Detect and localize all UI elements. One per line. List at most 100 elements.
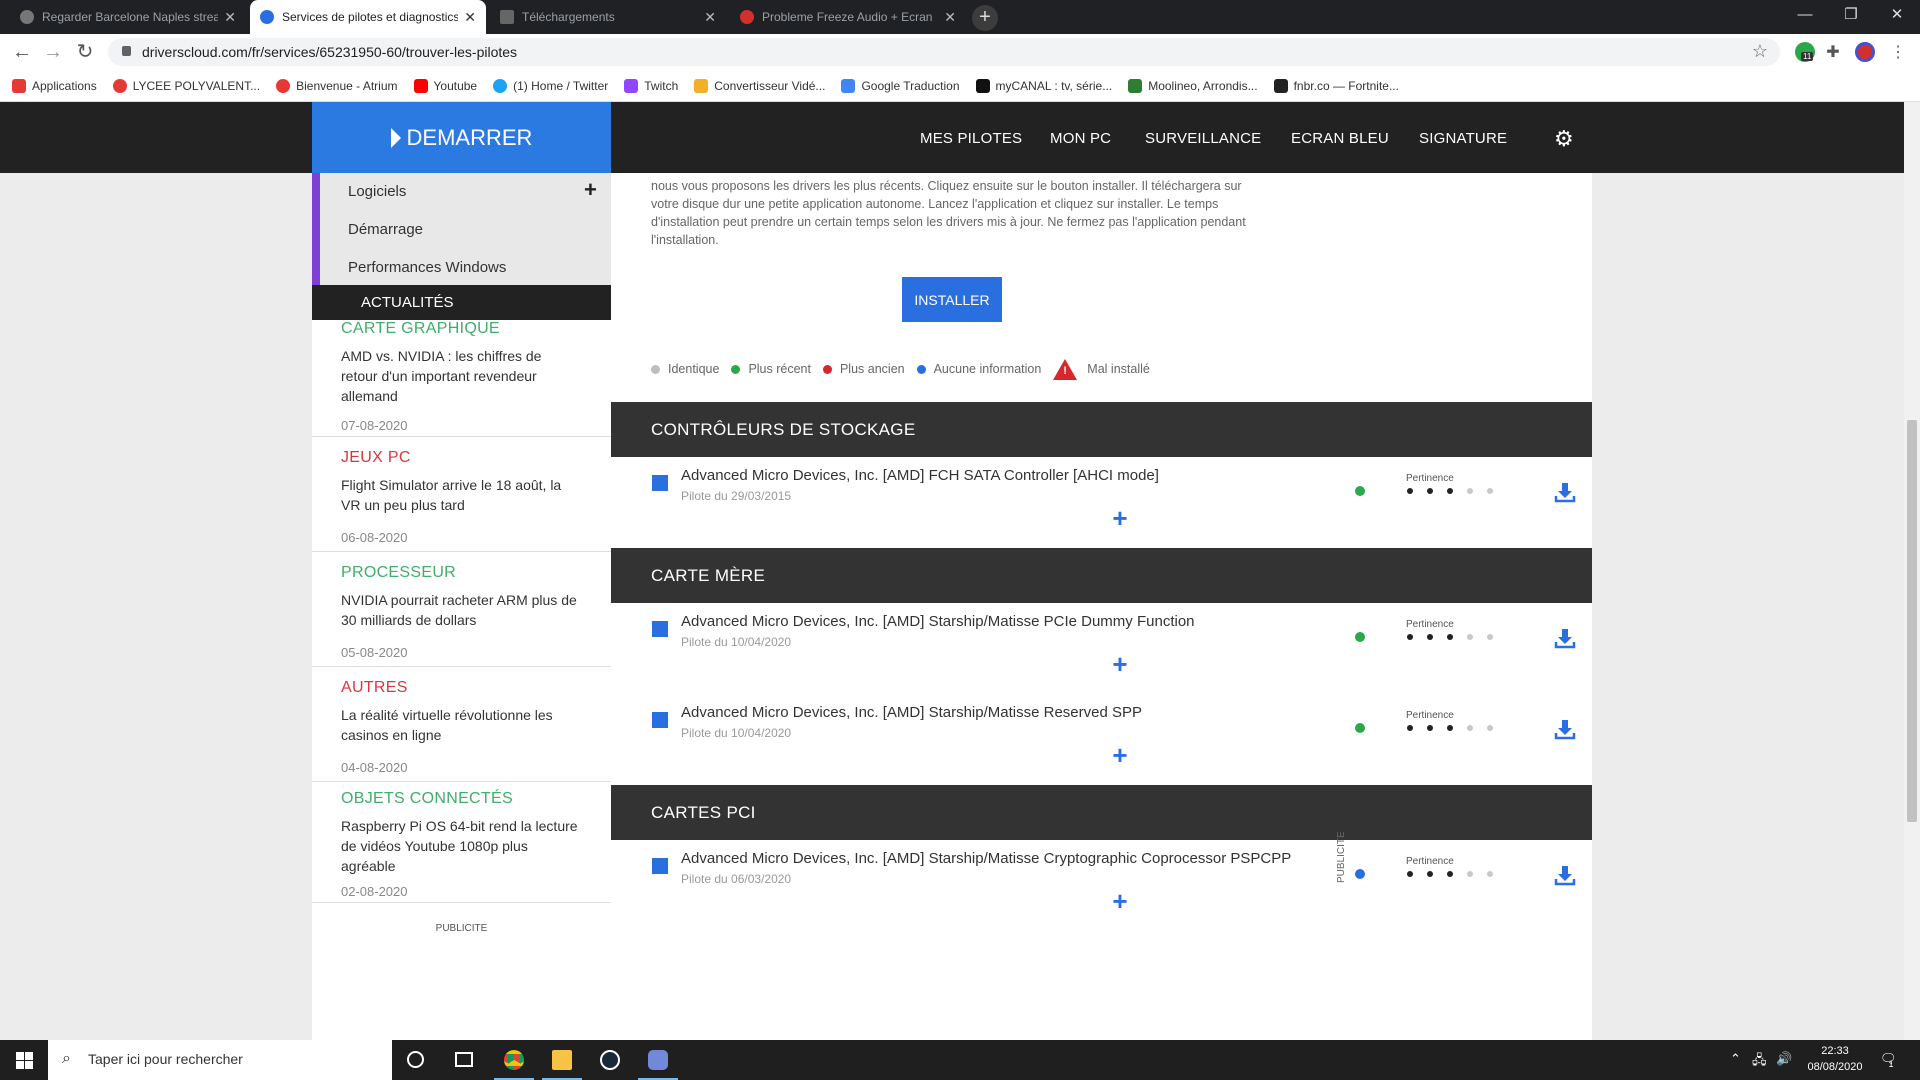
close-tab-icon[interactable]: ✕ (224, 9, 236, 26)
download-icon[interactable] (1554, 627, 1576, 649)
clock-time: 22:33 (1821, 1045, 1849, 1057)
menu-kebab-icon[interactable]: ⋮ (1888, 42, 1908, 62)
driver-name[interactable]: Advanced Micro Devices, Inc. [AMD] FCH S… (681, 467, 1159, 484)
bookmark-mycanal[interactable]: myCANAL : tv, série... (975, 78, 1112, 93)
scrollbar-thumb[interactable] (1907, 420, 1917, 822)
network-icon[interactable]: 🖧 (1752, 1051, 1767, 1073)
expand-plus-icon[interactable]: + (1109, 888, 1131, 914)
bookmark-google-traduction[interactable]: Google Traduction (841, 78, 960, 93)
download-icon[interactable] (1554, 864, 1576, 886)
menu-surveillance[interactable]: SURVEILLANCE (1145, 130, 1261, 147)
news-item[interactable]: PROCESSEUR NVIDIA pourrait racheter ARM … (312, 552, 611, 667)
menu-mon-pc[interactable]: MON PC (1050, 130, 1111, 147)
gear-icon[interactable]: ⚙ (1554, 126, 1574, 152)
explorer-taskbar-app[interactable] (538, 1040, 586, 1080)
cortana-button[interactable] (392, 1040, 440, 1080)
news-category[interactable]: PROCESSEUR (341, 564, 456, 582)
notification-center-icon[interactable]: 🗨1 (1880, 1051, 1902, 1069)
sidebar-item-demarrage[interactable]: Démarrage (348, 221, 423, 238)
menu-mes-pilotes[interactable]: MES PILOTES (920, 130, 1022, 147)
expand-plus-icon[interactable]: + (1109, 651, 1131, 677)
bookmark-lycee[interactable]: LYCEE POLYVALENT... (112, 78, 260, 93)
bookmark-atrium[interactable]: Bienvenue - Atrium (276, 78, 398, 93)
discord-taskbar-app[interactable] (634, 1040, 682, 1080)
bookmark-twitter[interactable]: (1) Home / Twitter (493, 78, 608, 93)
forward-icon[interactable]: → (41, 40, 65, 64)
news-title[interactable]: Flight Simulator arrive le 18 août, la V… (341, 475, 581, 515)
tray-chevron-icon[interactable]: ⌃ (1730, 1051, 1741, 1067)
bookmark-youtube[interactable]: Youtube (413, 78, 477, 93)
tab-services-pilotes[interactable]: Services de pilotes et diagnostics ✕ (250, 0, 486, 34)
tab-telechargements[interactable]: Téléchargements ✕ (490, 0, 726, 34)
news-title[interactable]: Raspberry Pi OS 64-bit rend la lecture d… (341, 816, 581, 876)
tab-probleme-freeze[interactable]: Probleme Freeze Audio + Ecran ✕ (730, 0, 966, 34)
steam-taskbar-app[interactable] (586, 1040, 634, 1080)
bookmark-applications[interactable]: Applications (12, 78, 97, 93)
close-window-button[interactable]: ✕ (1874, 0, 1920, 30)
news-category[interactable]: JEUX PC (341, 449, 411, 467)
close-tab-icon[interactable]: ✕ (944, 9, 956, 26)
expand-plus-icon[interactable]: + (584, 177, 597, 203)
expand-plus-icon[interactable]: + (1109, 505, 1131, 531)
legend-label: Plus récent (748, 362, 811, 376)
tab-title: Services de pilotes et diagnostics (282, 10, 459, 24)
menu-signature[interactable]: SIGNATURE (1419, 130, 1507, 147)
back-icon[interactable]: ← (10, 40, 34, 64)
bookmark-moolineo[interactable]: Moolineo, Arrondis... (1128, 78, 1258, 93)
sidebar-item-performances[interactable]: Performances Windows (348, 259, 506, 276)
news-title[interactable]: La réalité virtuelle révolutionne les ca… (341, 705, 581, 745)
tab-barcelone[interactable]: Regarder Barcelone Naples strea ✕ (10, 0, 246, 34)
driver-row[interactable]: Advanced Micro Devices, Inc. [AMD] Stars… (611, 694, 1592, 744)
driver-checkbox[interactable] (652, 712, 668, 728)
taskbar-clock[interactable]: 22:33 08/08/2020 (1790, 1043, 1880, 1075)
download-icon[interactable] (1554, 718, 1576, 740)
news-title[interactable]: AMD vs. NVIDIA : les chiffres de retour … (341, 346, 581, 406)
demarrer-label: DEMARRER (406, 124, 533, 150)
address-bar[interactable]: driverscloud.com/fr/services/65231950-60… (108, 38, 1780, 66)
news-category[interactable]: CARTE GRAPHIQUE (341, 320, 500, 338)
download-icon[interactable] (1554, 481, 1576, 503)
new-tab-button[interactable]: + (972, 5, 998, 31)
extension-icon[interactable]: 11 (1795, 42, 1815, 62)
driver-name[interactable]: Advanced Micro Devices, Inc. [AMD] Stars… (681, 704, 1142, 721)
news-item[interactable]: JEUX PC Flight Simulator arrive le 18 ao… (312, 437, 611, 552)
driver-name[interactable]: Advanced Micro Devices, Inc. [AMD] Stars… (681, 613, 1195, 630)
close-tab-icon[interactable]: ✕ (704, 9, 716, 26)
windows-start-button[interactable] (0, 1040, 48, 1080)
install-button[interactable]: INSTALLER (902, 277, 1002, 322)
driver-row[interactable]: Advanced Micro Devices, Inc. [AMD] Stars… (611, 603, 1592, 653)
driver-row[interactable]: Advanced Micro Devices, Inc. [AMD] Stars… (611, 840, 1592, 890)
bookmark-star-icon[interactable]: ☆ (1752, 41, 1768, 62)
bookmark-twitch[interactable]: Twitch (624, 78, 678, 93)
news-category[interactable]: AUTRES (341, 679, 408, 697)
menu-ecran-bleu[interactable]: ECRAN BLEU (1291, 130, 1389, 147)
page-scrollbar[interactable] (1904, 102, 1920, 1040)
news-title[interactable]: NVIDIA pourrait racheter ARM plus de 30 … (341, 590, 581, 630)
profile-avatar[interactable] (1855, 42, 1875, 62)
chrome-taskbar-app[interactable] (490, 1040, 538, 1080)
minimize-button[interactable]: — (1782, 0, 1828, 30)
puzzle-icon[interactable]: ✚ (1823, 42, 1843, 62)
url-text[interactable]: driverscloud.com/fr/services/65231950-60… (142, 44, 517, 60)
news-item[interactable]: OBJETS CONNECTÉS Raspberry Pi OS 64-bit … (312, 782, 611, 903)
news-item[interactable]: AUTRES La réalité virtuelle révolutionne… (312, 667, 611, 782)
driver-checkbox[interactable] (652, 475, 668, 491)
driver-row[interactable]: Advanced Micro Devices, Inc. [AMD] FCH S… (611, 457, 1592, 507)
bookmark-fnbr[interactable]: fnbr.co — Fortnite... (1273, 78, 1399, 93)
demarrer-button[interactable]: DEMARRER (312, 102, 611, 173)
driver-checkbox[interactable] (652, 621, 668, 637)
close-tab-icon[interactable]: ✕ (464, 9, 476, 26)
taskbar-search-box[interactable]: ⌕ Taper ici pour rechercher (48, 1040, 392, 1080)
driver-checkbox[interactable] (652, 858, 668, 874)
pertinence-label: Pertinence (1406, 856, 1454, 867)
driver-name[interactable]: Advanced Micro Devices, Inc. [AMD] Stars… (681, 850, 1291, 867)
bookmark-convertisseur[interactable]: Convertisseur Vidé... (694, 78, 825, 93)
task-view-button[interactable] (440, 1040, 488, 1080)
reload-icon[interactable]: ↻ (73, 40, 97, 64)
expand-plus-icon[interactable]: + (1109, 742, 1131, 768)
sidebar-item-logiciels[interactable]: Logiciels (348, 183, 406, 200)
news-item[interactable]: CARTE GRAPHIQUE AMD vs. NVIDIA : les chi… (312, 320, 611, 437)
restore-button[interactable]: ❐ (1828, 0, 1874, 30)
tab-title: Regarder Barcelone Naples strea (42, 10, 219, 24)
news-category[interactable]: OBJETS CONNECTÉS (341, 790, 513, 808)
